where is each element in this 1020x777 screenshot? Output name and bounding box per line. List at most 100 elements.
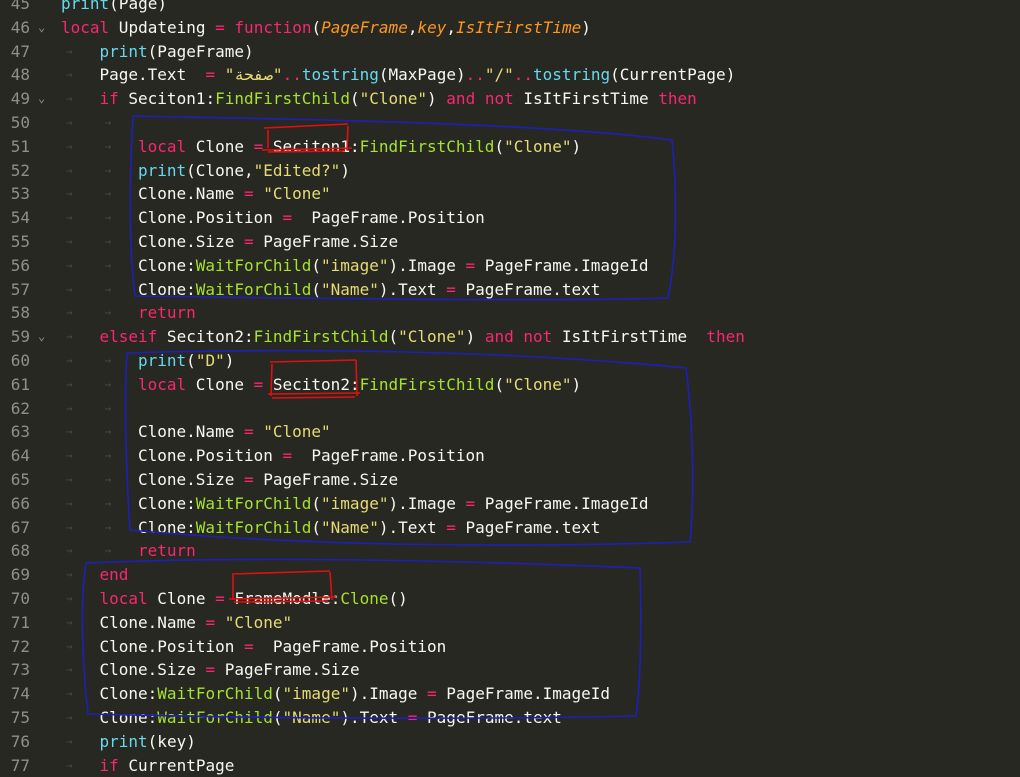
code-token: ).Image	[388, 494, 465, 513]
code-line[interactable]: 51→→local Clone = Seciton1:FindFirstChil…	[0, 135, 1020, 159]
line-number: 58	[0, 301, 30, 325]
code-text: Clone.Size = PageFrame.Size	[138, 468, 398, 492]
code-token: "D"	[196, 351, 225, 370]
code-line[interactable]: 49⌄→if Seciton1:FindFirstChild("Clone") …	[0, 87, 1020, 111]
code-line[interactable]: 74→Clone:WaitForChild("image").Image = P…	[0, 682, 1020, 706]
code-token: (Page)	[109, 0, 167, 13]
code-token: key	[417, 18, 446, 37]
code-token: "Clone"	[504, 375, 571, 394]
code-line[interactable]: 62→→	[0, 397, 1020, 421]
code-token: (	[186, 351, 196, 370]
code-token: return	[138, 303, 196, 322]
code-token: PageFrame.Size	[254, 470, 399, 489]
arrow-right-icon: →	[66, 182, 86, 206]
code-token	[215, 613, 225, 632]
line-number: 53	[0, 182, 30, 206]
arrow-right-icon: →	[66, 301, 86, 325]
code-token: Clone:	[138, 280, 196, 299]
arrow-right-icon: →	[105, 278, 125, 302]
code-token: "Clone"	[263, 422, 330, 441]
line-number: 54	[0, 206, 30, 230]
arrow-right-icon: →	[66, 325, 86, 349]
code-token: (key)	[148, 732, 196, 751]
code-token: "Clone"	[225, 613, 292, 632]
code-token: Clone	[148, 589, 215, 608]
code-line[interactable]: 70→local Clone = FrameModle:Clone()	[0, 587, 1020, 611]
arrow-right-icon: →	[66, 706, 86, 730]
code-token: ).Image	[350, 684, 427, 703]
code-token: ,	[446, 18, 456, 37]
code-text: Clone.Position = PageFrame.Position	[138, 444, 485, 468]
code-line[interactable]: 77→if CurrentPage	[0, 754, 1020, 777]
code-text: local Clone = Seciton1:FindFirstChild("C…	[138, 135, 581, 159]
chevron-down-icon[interactable]: ⌄	[38, 16, 45, 40]
code-line[interactable]: 52→→print(Clone,"Edited?")	[0, 159, 1020, 183]
chevron-down-icon[interactable]: ⌄	[38, 87, 45, 111]
code-line[interactable]: 59⌄→elseif Seciton2:FindFirstChild("Clon…	[0, 325, 1020, 349]
code-line[interactable]: 53→→Clone.Name = "Clone"	[0, 182, 1020, 206]
code-token: =	[466, 494, 476, 513]
arrow-right-icon: →	[66, 349, 86, 373]
code-text: return	[138, 301, 196, 325]
code-token: Seciton1:	[119, 89, 215, 108]
code-line[interactable]: 46⌄local Updateing = function(PageFrame,…	[0, 16, 1020, 40]
code-line[interactable]: 61→→local Clone = Seciton2:FindFirstChil…	[0, 373, 1020, 397]
code-line[interactable]: 65→→Clone.Size = PageFrame.Size	[0, 468, 1020, 492]
code-token: =	[283, 446, 293, 465]
code-line[interactable]: 63→→Clone.Name = "Clone"	[0, 420, 1020, 444]
code-token: =	[244, 184, 254, 203]
code-line[interactable]: 57→→Clone:WaitForChild("Name").Text = Pa…	[0, 278, 1020, 302]
code-line[interactable]: 68→→return	[0, 539, 1020, 563]
code-token: Clone.Position	[138, 208, 283, 227]
code-line[interactable]: 48→Page.Text = "صفحة"..tostring(MaxPage)…	[0, 63, 1020, 87]
line-number: 72	[0, 635, 30, 659]
code-text: Clone.Position = PageFrame.Position	[138, 206, 485, 230]
code-line[interactable]: 56→→Clone:WaitForChild("image").Image = …	[0, 254, 1020, 278]
code-token: Clone:	[138, 494, 196, 513]
line-number: 73	[0, 658, 30, 682]
arrow-right-icon: →	[66, 635, 86, 659]
code-text: print("D")	[138, 349, 234, 373]
chevron-down-icon[interactable]: ⌄	[38, 325, 45, 349]
code-text: Clone.Name = "Clone"	[138, 420, 331, 444]
code-line[interactable]: 64→→Clone.Position = PageFrame.Position	[0, 444, 1020, 468]
code-token: (	[273, 708, 283, 727]
code-line[interactable]: 69→end	[0, 563, 1020, 587]
code-token: WaitForChild	[196, 518, 312, 537]
code-token: PageFrame	[321, 18, 408, 37]
code-line[interactable]: 50→→	[0, 111, 1020, 135]
code-token	[215, 65, 225, 84]
code-line[interactable]: 58→→return	[0, 301, 1020, 325]
code-line[interactable]: 55→→Clone.Size = PageFrame.Size	[0, 230, 1020, 254]
code-token: print	[138, 351, 186, 370]
line-number: 61	[0, 373, 30, 397]
code-editor[interactable]: 45print(Page)46⌄local Updateing = functi…	[0, 0, 1020, 777]
code-line[interactable]: 75→Clone:WaitForChild("Name").Text = Pag…	[0, 706, 1020, 730]
code-token: PageFrame.text	[456, 280, 601, 299]
arrow-right-icon: →	[66, 40, 86, 64]
code-token: FindFirstChild	[215, 89, 350, 108]
code-token: "image"	[321, 494, 388, 513]
code-line[interactable]: 45print(Page)	[0, 0, 1020, 16]
code-line[interactable]: 71→Clone.Name = "Clone"	[0, 611, 1020, 635]
code-line[interactable]: 72→Clone.Position = PageFrame.Position	[0, 635, 1020, 659]
code-token: )	[427, 89, 446, 108]
code-text: if Seciton1:FindFirstChild("Clone") and …	[100, 87, 697, 111]
code-line[interactable]: 54→→Clone.Position = PageFrame.Position	[0, 206, 1020, 230]
code-line[interactable]: 66→→Clone:WaitForChild("image").Image = …	[0, 492, 1020, 516]
code-line[interactable]: 60→→print("D")	[0, 349, 1020, 373]
code-line[interactable]: 73→Clone.Size = PageFrame.Size	[0, 658, 1020, 682]
code-line[interactable]: 67→→Clone:WaitForChild("Name").Text = Pa…	[0, 516, 1020, 540]
code-token: Clone.Size	[138, 232, 244, 251]
code-text: end	[100, 563, 129, 587]
code-token: FindFirstChild	[360, 375, 495, 394]
code-token: if	[100, 89, 119, 108]
code-token: "Name"	[321, 518, 379, 537]
code-token: ..	[514, 65, 533, 84]
arrow-right-icon: →	[66, 111, 86, 135]
code-line[interactable]: 47→print(PageFrame)	[0, 40, 1020, 64]
code-token: =	[215, 18, 225, 37]
code-token: ..	[283, 65, 302, 84]
code-text: Clone:WaitForChild("Name").Text = PageFr…	[138, 516, 600, 540]
code-token: ).Image	[388, 256, 465, 275]
